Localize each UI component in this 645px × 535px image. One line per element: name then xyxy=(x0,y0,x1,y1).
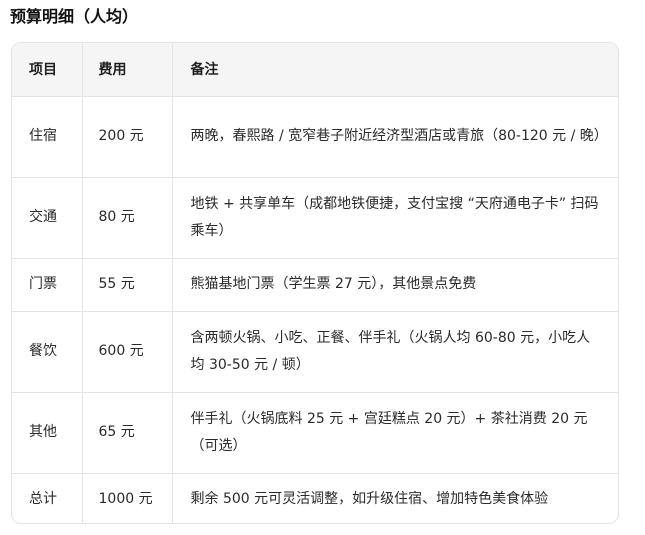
cell-cost: 200 元 xyxy=(82,96,173,178)
header-row: 项目 费用 备注 xyxy=(12,43,618,97)
cell-cost: 600 元 xyxy=(82,311,173,393)
table-row: 门票 55 元 熊猫基地门票（学生票 27 元），其他景点免费 xyxy=(12,258,618,312)
cell-note: 含两顿火锅、小吃、正餐、伴手礼（火锅人均 60-80 元，小吃人均 30-50 … xyxy=(172,311,618,393)
table-row: 其他 65 元 伴手礼（火锅底料 25 元 + 宫廷糕点 20 元）+ 茶社消费… xyxy=(12,392,618,474)
page-title: 预算明细（人均） xyxy=(10,7,139,26)
header-note: 备注 xyxy=(172,43,618,97)
cell-item: 餐饮 xyxy=(12,311,83,393)
header-cost: 费用 xyxy=(82,43,173,97)
table-row: 餐饮 600 元 含两顿火锅、小吃、正餐、伴手礼（火锅人均 60-80 元，小吃… xyxy=(12,311,618,393)
cell-note: 熊猫基地门票（学生票 27 元），其他景点免费 xyxy=(172,258,618,312)
budget-table-container: 项目 费用 备注 住宿 200 元 两晚，春熙路 / 宽窄巷子附近经济型酒店或青… xyxy=(11,42,619,524)
cell-note: 剩余 500 元可灵活调整，如升级住宿、增加特色美食体验 xyxy=(190,490,549,507)
budget-table: 项目 费用 备注 住宿 200 元 两晚，春熙路 / 宽窄巷子附近经济型酒店或青… xyxy=(12,43,618,523)
table-row: 住宿 200 元 两晚，春熙路 / 宽窄巷子附近经济型酒店或青旅（80-120 … xyxy=(12,96,618,178)
table-body: 住宿 200 元 两晚，春熙路 / 宽窄巷子附近经济型酒店或青旅（80-120 … xyxy=(12,96,618,523)
cell-item: 住宿 xyxy=(12,96,83,178)
cell-cost: 1000 元 xyxy=(82,473,173,523)
cell-item: 其他 xyxy=(12,392,83,474)
cell-note: 两晚，春熙路 / 宽窄巷子附近经济型酒店或青旅（80-120 元 / 晚） xyxy=(172,96,618,178)
cell-cost: 65 元 xyxy=(82,392,173,474)
cell-note: 伴手礼（火锅底料 25 元 + 宫廷糕点 20 元）+ 茶社消费 20 元（可选… xyxy=(172,392,618,474)
header-item: 项目 xyxy=(12,43,83,97)
table-row: 交通 80 元 地铁 + 共享单车（成都地铁便捷，支付宝搜 “天府通电子卡” 扫… xyxy=(12,177,618,259)
cell-item: 交通 xyxy=(12,177,83,259)
cell-item: 门票 xyxy=(12,258,83,312)
cell-item: 总计 xyxy=(12,473,83,523)
table-header: 项目 费用 备注 xyxy=(12,43,618,97)
table-row: 总计 1000 元 剩余 500 元可灵活调整，如升级住宿、增加特色美食体验 xyxy=(12,473,618,523)
cell-cost: 80 元 xyxy=(82,177,173,259)
cell-note: 地铁 + 共享单车（成都地铁便捷，支付宝搜 “天府通电子卡” 扫码乘车） xyxy=(172,177,618,259)
cell-cost: 55 元 xyxy=(82,258,173,312)
